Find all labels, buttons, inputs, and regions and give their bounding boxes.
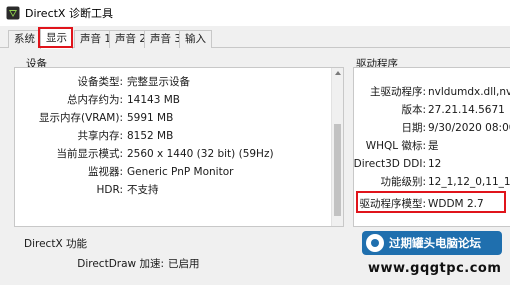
driver-row-key: 版本: <box>401 104 426 116</box>
device-row: 设备类型: 完整显示设备 <box>15 74 335 90</box>
forum-watermark-url: www.gqgtpc.com <box>368 261 502 276</box>
forum-logo-icon <box>366 234 384 252</box>
tab-input[interactable]: 输入 <box>179 30 212 48</box>
device-row-value: 8152 MB <box>127 130 174 142</box>
driver-row: WHQL 徽标: 是 <box>354 138 510 154</box>
directx-group-label: DirectX 功能 <box>24 238 87 250</box>
device-row: 共享内存: 8152 MB <box>15 128 335 144</box>
device-row: 监视器: Generic PnP Monitor <box>15 164 335 180</box>
scroll-thumb[interactable] <box>334 124 341 216</box>
device-row-value: 14143 MB <box>127 94 181 106</box>
directx-row-key: DirectDraw 加速: <box>77 258 164 270</box>
driver-row-key: 功能级别: <box>380 176 426 188</box>
driver-row-key: 日期: <box>401 122 426 134</box>
driver-row: 日期: 9/30/2020 08:00:00 <box>354 120 510 136</box>
forum-watermark-badge: 过期罐头电脑论坛 <box>362 231 502 255</box>
device-row-value: Generic PnP Monitor <box>127 166 234 178</box>
device-row-key: 设备类型: <box>77 76 123 88</box>
driver-row: 主驱动程序: nvldumdx.dll,nvldum <box>354 84 510 100</box>
driver-row-value: 是 <box>428 140 439 152</box>
directx-app-icon <box>6 6 20 20</box>
driver-row-value: 12_1,12_0,11_1,11_0 <box>428 176 510 188</box>
device-row-key: 总内存约为: <box>66 94 123 106</box>
window-title: DirectX 诊断工具 <box>25 7 113 20</box>
driver-row: 版本: 27.21.14.5671 <box>354 102 510 118</box>
device-row-key: 显示内存(VRAM): <box>38 112 123 124</box>
driver-row-key: 主驱动程序: <box>369 86 426 98</box>
device-scrollbar[interactable] <box>331 68 343 226</box>
device-row: 当前显示模式: 2560 x 1440 (32 bit) (59Hz) <box>15 146 335 162</box>
device-row: 总内存约为: 14143 MB <box>15 92 335 108</box>
tab-display[interactable]: 显示 <box>40 27 73 49</box>
tab-system[interactable]: 系统 <box>8 30 41 48</box>
device-row-value: 不支持 <box>127 184 159 196</box>
directx-features-panel: DirectX 功能 DirectDraw 加速: 已启用 <box>14 232 346 285</box>
driver-row-key: Direct3D DDI: <box>353 158 426 170</box>
driver-row-key: WHQL 徽标: <box>365 140 426 152</box>
driver-row: Direct3D DDI: 12 <box>354 156 510 172</box>
driver-row-value: 9/30/2020 08:00:00 <box>428 122 510 134</box>
device-row-value: 完整显示设备 <box>127 76 190 88</box>
forum-watermark-text: 过期罐头电脑论坛 <box>389 236 481 250</box>
device-row: HDR: 不支持 <box>15 182 335 198</box>
device-row-key: 监视器: <box>87 166 123 178</box>
device-row-value: 5991 MB <box>127 112 174 124</box>
device-row-key: HDR: <box>96 184 124 196</box>
device-info-panel: 设备类型: 完整显示设备 总内存约为: 14143 MB 显示内存(VRAM):… <box>14 67 344 227</box>
driver-row-value: 12 <box>428 158 442 170</box>
driver-model-highlight-box <box>356 191 506 213</box>
driver-row-value: 27.21.14.5671 <box>428 104 505 116</box>
scroll-up-arrow-icon[interactable] <box>335 71 341 75</box>
device-row-key: 当前显示模式: <box>56 148 123 160</box>
title-bar: DirectX 诊断工具 <box>0 0 510 26</box>
driver-row: 功能级别: 12_1,12_0,11_1,11_0 <box>354 174 510 190</box>
device-row-key: 共享内存: <box>77 130 123 142</box>
directx-row: DirectDraw 加速: 已启用 <box>14 256 334 272</box>
device-row-value: 2560 x 1440 (32 bit) (59Hz) <box>127 148 274 160</box>
driver-row-value: nvldumdx.dll,nvldum <box>428 86 510 98</box>
directx-row-value: 已启用 <box>168 258 200 270</box>
tab-bar: 系统 显示 声音 1 声音 2 声音 3 输入 <box>0 26 510 49</box>
device-row: 显示内存(VRAM): 5991 MB <box>15 110 335 126</box>
